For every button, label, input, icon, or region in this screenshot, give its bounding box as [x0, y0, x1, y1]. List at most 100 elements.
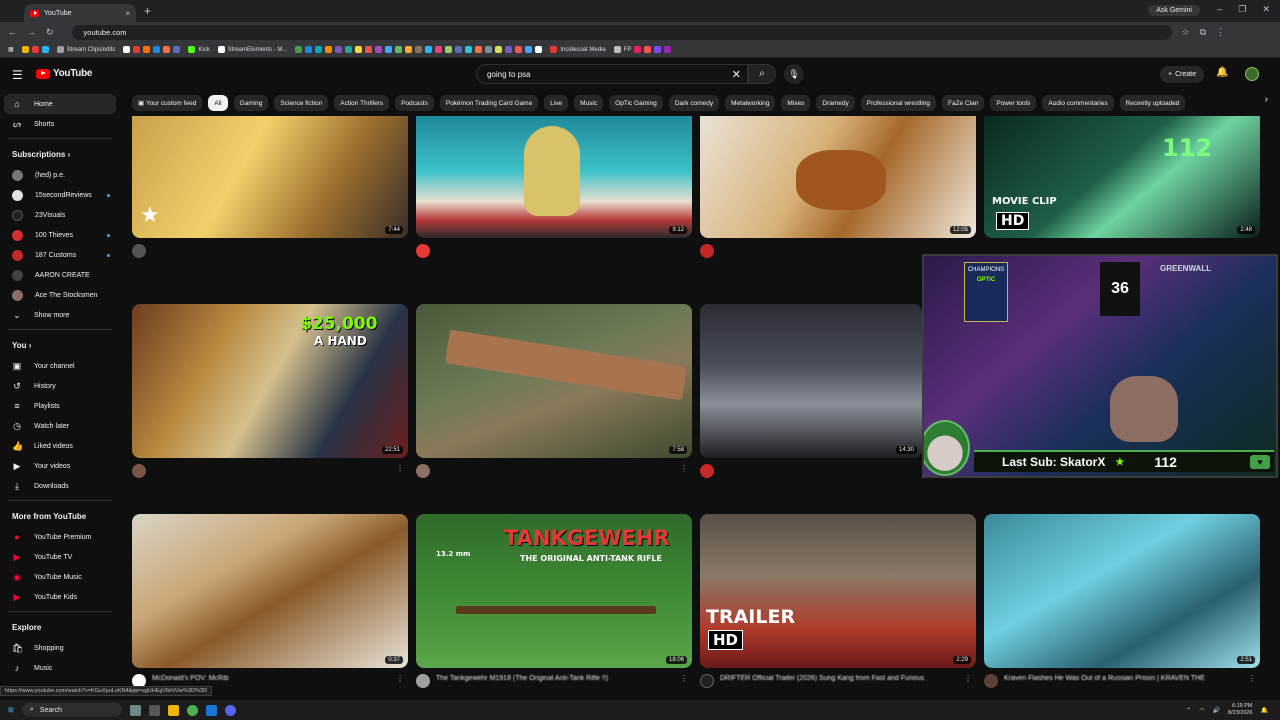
more-options-icon[interactable]: ⋮ — [396, 674, 404, 683]
browser-tab-youtube[interactable]: YouTube × — [24, 4, 136, 22]
video-title[interactable] — [152, 244, 397, 254]
sidebar-subscription[interactable]: (hed) p.e. — [0, 165, 120, 185]
account-avatar[interactable] — [1245, 67, 1259, 81]
video-card[interactable]: 12:05 — [700, 116, 976, 258]
discord-icon[interactable] — [224, 704, 236, 716]
taskbar-widget-icon[interactable] — [129, 704, 141, 716]
sidebar-item-shorts[interactable]: ᔕ Shorts — [0, 114, 120, 134]
sidebar-item-watch-later[interactable]: ◷ Watch later — [0, 416, 120, 436]
sidebar-item-home[interactable]: ⌂ Home — [4, 94, 116, 114]
bookmark-incidecoat-media[interactable]: Incidecoat Media — [550, 46, 606, 53]
sidebar-item-history[interactable]: ↺ History — [0, 376, 120, 396]
subscriptions-heading[interactable]: Subscriptions › — [0, 143, 120, 165]
task-view-icon[interactable] — [148, 704, 160, 716]
close-window-icon[interactable]: ✕ — [1262, 4, 1270, 15]
minimize-icon[interactable]: – — [1217, 4, 1222, 15]
video-thumbnail[interactable]: 12:05 — [700, 116, 976, 238]
apps-icon[interactable]: ▦ — [8, 46, 14, 53]
tab-close-icon[interactable]: × — [125, 9, 130, 18]
you-heading[interactable]: You › — [0, 334, 120, 356]
sidebar-subscription[interactable]: Ace The Stocksmen — [0, 285, 120, 305]
sidebar-subscription[interactable]: 23Visuals — [0, 205, 120, 225]
sidebar-item-youtube-music[interactable]: ◉ YouTube Music — [0, 567, 120, 587]
sidebar-item-your-channel[interactable]: ▣ Your channel — [0, 356, 120, 376]
windows-start-icon[interactable]: ⊞ — [8, 706, 14, 714]
channel-avatar[interactable] — [700, 464, 714, 478]
extensions-icon[interactable]: ⧉ — [1200, 27, 1206, 38]
sidebar-item-youtube-kids[interactable]: ▶ YouTube Kids — [0, 587, 120, 607]
video-thumbnail[interactable]: 2:51 — [984, 514, 1260, 668]
search-button[interactable]: ⌕ — [748, 64, 776, 84]
video-card[interactable]: 7:58 ⋮ — [416, 304, 692, 478]
more-options-icon[interactable]: ⋮ — [680, 464, 688, 473]
back-icon[interactable]: ← — [8, 27, 17, 37]
more-options-icon[interactable]: ⋮ — [396, 464, 404, 473]
volume-icon[interactable]: 🔊 — [1213, 707, 1220, 714]
bookmark-streamelements[interactable]: StreamElements - M... — [217, 46, 287, 53]
video-card[interactable]: TRAILER HD 2:29 DRIFTER Official Trailer… — [700, 514, 976, 688]
clear-search-icon[interactable]: ✕ — [732, 68, 741, 81]
video-thumbnail[interactable]: 14:30 — [700, 304, 922, 458]
chip-all[interactable]: All — [208, 95, 228, 111]
chip[interactable]: Dramedy — [816, 95, 855, 111]
chip[interactable]: Podcasts — [395, 95, 434, 111]
chip-your-custom-feed[interactable]: ▣ Your custom feed — [132, 95, 203, 111]
menu-kebab-icon[interactable]: ⋮ — [1216, 27, 1225, 38]
chip[interactable]: OpTic Gaming — [609, 95, 663, 111]
video-card[interactable]: ★ 7:44 — [132, 116, 408, 258]
video-thumbnail[interactable]: 9:12 — [416, 116, 692, 238]
bookmark-item[interactable] — [123, 46, 181, 53]
sidebar-item-youtube-tv[interactable]: ▶ YouTube TV — [0, 547, 120, 567]
video-card[interactable]: 0:37 McDonald's POV: McRib ⋮ — [132, 514, 408, 688]
sidebar-subscription[interactable]: 100 Thieves — [0, 225, 120, 245]
taskbar-search[interactable]: ⌕ Search — [21, 703, 122, 717]
video-thumbnail[interactable]: TRAILER HD 2:29 — [700, 514, 976, 668]
bookmark-fp[interactable]: FP — [613, 46, 672, 53]
chip[interactable]: FaZe Clan — [942, 95, 985, 111]
network-icon[interactable]: ◠ — [1199, 707, 1204, 714]
more-options-icon[interactable]: ⋮ — [680, 674, 688, 683]
video-card[interactable]: $25,000 A HAND 22:51 ⋮ — [132, 304, 408, 478]
chip[interactable]: Gaming — [233, 95, 269, 111]
video-title[interactable]: McDonald's POV: McRib — [152, 674, 397, 684]
video-thumbnail[interactable]: 0:37 — [132, 514, 408, 668]
video-thumbnail[interactable]: 112 MOVIE CLIP HD 2:48 — [984, 116, 1260, 238]
chip[interactable]: Recently uploaded — [1119, 95, 1186, 111]
channel-avatar[interactable] — [700, 674, 714, 688]
search-input[interactable]: going to psa ✕ — [476, 64, 748, 84]
bookmark-stream-clips[interactable]: Stream Clips/edits — [56, 46, 115, 53]
chrome-icon[interactable] — [186, 704, 198, 716]
sidebar-item-shopping[interactable]: 🛍 Shopping — [0, 638, 120, 658]
show-more-button[interactable]: ⌄ Show more — [0, 305, 120, 325]
voice-search-button[interactable]: 🎙 — [784, 64, 804, 84]
chip[interactable]: Pokémon Trading Card Game — [439, 95, 539, 111]
channel-avatar[interactable] — [416, 244, 430, 258]
video-thumbnail[interactable]: TANKGEWEHR THE ORIGINAL ANTI-TANK RIFLE … — [416, 514, 692, 668]
sidebar-item-liked-videos[interactable]: 👍 Liked videos — [0, 436, 120, 456]
ask-gemini-button[interactable]: Ask Gemini — [1148, 5, 1200, 16]
video-thumbnail[interactable]: 7:58 — [416, 304, 692, 458]
chip[interactable]: Science fiction — [274, 95, 329, 111]
sidebar-subscription[interactable]: AARON CREATE — [0, 265, 120, 285]
channel-avatar[interactable] — [416, 464, 430, 478]
video-card[interactable]: TANKGEWEHR THE ORIGINAL ANTI-TANK RIFLE … — [416, 514, 692, 688]
video-title[interactable]: The Tankgewehr M1918 (The Original Anti-… — [436, 674, 681, 684]
video-card[interactable]: 9:12 — [416, 116, 692, 258]
channel-avatar[interactable] — [416, 674, 430, 688]
notification-center-icon[interactable]: 🔔 — [1261, 707, 1268, 714]
channel-avatar[interactable] — [700, 244, 714, 258]
chip[interactable]: Action Thrillers — [334, 95, 390, 111]
chip[interactable]: Metalworking — [725, 95, 776, 111]
sidebar-item-youtube-premium[interactable]: ● YouTube Premium — [0, 527, 120, 547]
chip[interactable]: Professional wrestling — [860, 95, 936, 111]
reload-icon[interactable]: ↻ — [46, 27, 54, 38]
bookmark-item[interactable] — [295, 46, 543, 53]
chip[interactable]: Dark comedy — [668, 95, 720, 111]
steam-icon[interactable] — [205, 704, 217, 716]
tray-chevron-icon[interactable]: ⌃ — [1186, 707, 1191, 714]
chevron-right-icon[interactable]: › — [1258, 94, 1268, 105]
more-options-icon[interactable]: ⋮ — [964, 674, 972, 683]
video-thumbnail[interactable]: ★ 7:44 — [132, 116, 408, 238]
sidebar-subscription[interactable]: 15secondReviews — [0, 185, 120, 205]
bookmark-star-icon[interactable]: ☆ — [1182, 27, 1190, 38]
